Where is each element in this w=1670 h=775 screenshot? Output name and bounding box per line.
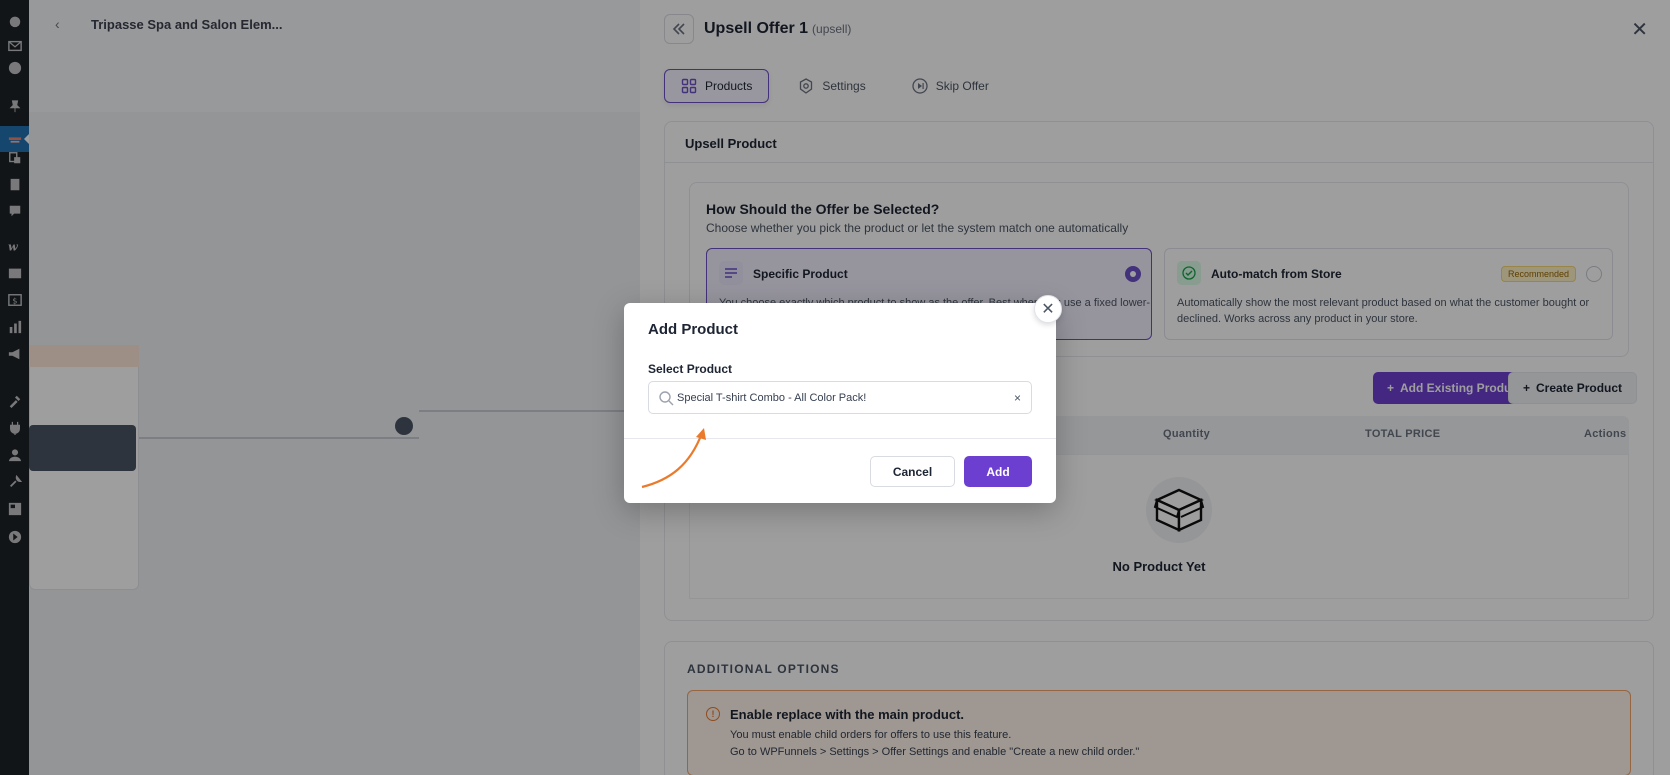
modal-title: Add Product bbox=[648, 321, 738, 338]
clear-selection-button[interactable]: × bbox=[1014, 391, 1021, 405]
close-icon[interactable]: ✕ bbox=[1034, 295, 1062, 323]
cancel-button[interactable]: Cancel bbox=[870, 456, 955, 487]
selected-product-value: Special T-shirt Combo - All Color Pack! bbox=[677, 392, 867, 404]
select-product-label: Select Product bbox=[648, 362, 733, 376]
annotation-arrow bbox=[641, 428, 706, 489]
product-select[interactable]: Special T-shirt Combo - All Color Pack! … bbox=[648, 381, 1032, 414]
add-button[interactable]: Add bbox=[964, 456, 1032, 487]
search-icon bbox=[659, 391, 674, 406]
